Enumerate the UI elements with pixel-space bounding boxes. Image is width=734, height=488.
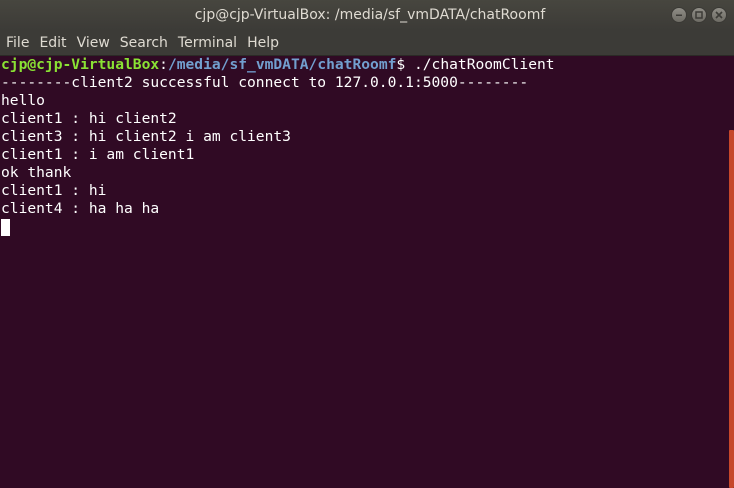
output-line: client3 : hi client2 i am client3	[1, 128, 291, 145]
output-line: client1 : hi	[1, 182, 107, 199]
minimize-button[interactable]	[671, 7, 687, 23]
menu-terminal[interactable]: Terminal	[173, 30, 242, 56]
terminal-area[interactable]: cjp@cjp-VirtualBox:/media/sf_vmDATA/chat…	[0, 56, 728, 488]
output-line: client4 : ha ha ha	[1, 200, 160, 217]
menu-file[interactable]: File	[0, 30, 34, 56]
scrollbar[interactable]	[728, 56, 734, 488]
prompt-user-host: cjp@cjp-VirtualBox	[1, 56, 160, 73]
maximize-button[interactable]	[691, 7, 707, 23]
maximize-icon	[695, 11, 703, 19]
output-line: ok thank	[1, 164, 72, 181]
text-cursor	[1, 219, 10, 236]
prompt-path: /media/sf_vmDATA/chatRoomf	[167, 56, 397, 73]
close-button[interactable]	[711, 7, 727, 23]
menu-search[interactable]: Search	[115, 30, 173, 56]
title-bar[interactable]: cjp@cjp-VirtualBox: /media/sf_vmDATA/cha…	[0, 0, 734, 30]
command-text: ./chatRoomClient	[413, 56, 555, 73]
menu-edit[interactable]: Edit	[34, 30, 71, 56]
menu-bar: File Edit View Search Terminal Help	[0, 30, 734, 56]
prompt-separator: :	[159, 56, 168, 73]
output-line: hello	[1, 92, 45, 109]
menu-view[interactable]: View	[72, 30, 115, 56]
output-line: client1 : i am client1	[1, 146, 195, 163]
prompt-symbol: $	[396, 56, 414, 73]
output-line: client1 : hi client2	[1, 110, 177, 127]
minimize-icon	[676, 14, 682, 16]
terminal-window: cjp@cjp-VirtualBox: /media/sf_vmDATA/cha…	[0, 0, 734, 488]
prompt-line: cjp@cjp-VirtualBox:/media/sf_vmDATA/chat…	[1, 56, 728, 74]
output-line: --------client2 successful connect to 12…	[1, 74, 529, 91]
window-controls	[671, 7, 727, 23]
close-icon	[715, 11, 723, 19]
window-title: cjp@cjp-VirtualBox: /media/sf_vmDATA/cha…	[194, 7, 546, 23]
scrollbar-thumb[interactable]	[729, 130, 734, 488]
input-line[interactable]	[1, 218, 728, 236]
menu-help[interactable]: Help	[242, 30, 284, 56]
